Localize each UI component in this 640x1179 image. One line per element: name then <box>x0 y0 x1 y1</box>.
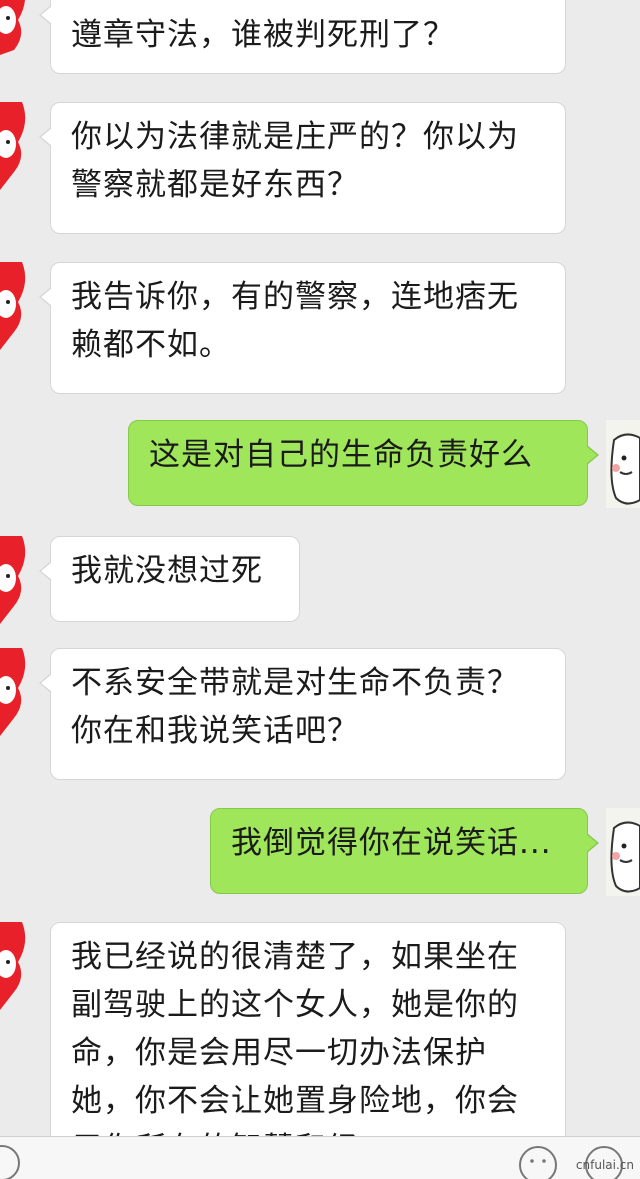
message-bubble-incoming: 我就没想过死 <box>39 536 300 622</box>
message-bubble-incoming: 遵章守法，谁被判死刑了？ <box>39 0 566 74</box>
contact-avatar[interactable] <box>0 922 30 1010</box>
message-text: 这是对自己的生命负责好么 <box>149 437 533 473</box>
message-text: 我就没想过死 <box>71 553 263 589</box>
message-bubble-incoming: 我告诉你，有的警察，连地痞无赖都不如。 <box>39 262 566 394</box>
message-bubble-outgoing: 这是对自己的生命负责好么 <box>128 420 599 506</box>
message-bubble-outgoing: 我倒觉得你在说笑话... <box>210 808 599 894</box>
message-bubble-incoming: 不系安全带就是对生命不负责？你在和我说笑话吧？ <box>39 648 566 780</box>
message-text: 你以为法律就是庄严的？你以为警察就都是好东西？ <box>71 119 519 203</box>
emoji-icon[interactable] <box>516 1143 560 1179</box>
contact-avatar[interactable] <box>0 536 30 624</box>
contact-avatar[interactable] <box>0 102 30 190</box>
message-bubble-incoming: 你以为法律就是庄严的？你以为警察就都是好东西？ <box>39 102 566 234</box>
chat-view: 遵章守法，谁被判死刑了？ 你以为法律就是庄严的？你以为警察就都是好东西？ 我告诉… <box>0 0 640 1179</box>
message-text: 遵章守法，谁被判死刑了？ <box>71 17 455 53</box>
input-bar <box>0 1136 640 1179</box>
message-text: 我告诉你，有的警察，连地痞无赖都不如。 <box>71 279 519 363</box>
message-text: 我倒觉得你在说笑话... <box>231 825 552 861</box>
contact-avatar[interactable] <box>0 0 30 68</box>
message-text: 不系安全带就是对生命不负责？你在和我说笑话吧？ <box>71 665 519 749</box>
contact-avatar[interactable] <box>0 262 30 350</box>
voice-icon[interactable] <box>0 1143 22 1179</box>
watermark: cnfulai.cn <box>575 1158 634 1172</box>
message-text: 我已经说的很清楚了，如果坐在副驾驶上的这个女人，她是你的命，你是会用尽一切办法保… <box>71 939 519 1167</box>
my-avatar[interactable] <box>606 420 640 508</box>
contact-avatar[interactable] <box>0 648 30 736</box>
my-avatar[interactable] <box>606 808 640 896</box>
